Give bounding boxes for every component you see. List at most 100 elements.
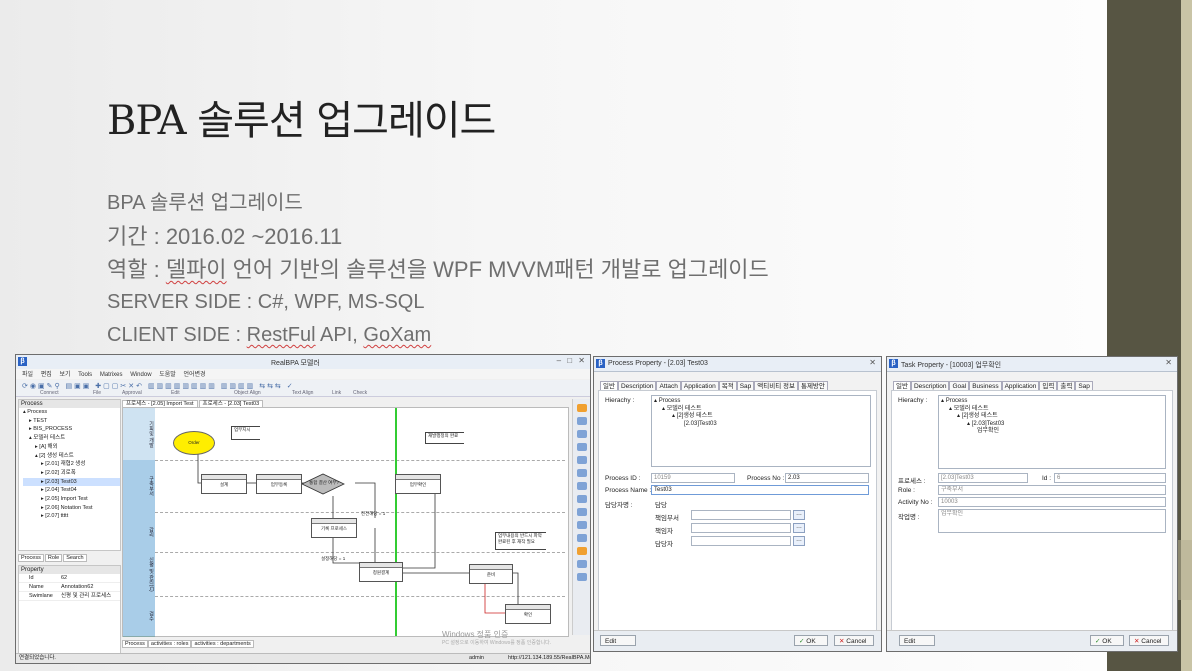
tab-activities-roles[interactable]: activities : roles	[147, 640, 192, 648]
task-box[interactable]: 설계	[201, 474, 247, 494]
menu-item-help[interactable]: 도움말	[159, 372, 176, 378]
role-field[interactable]: 구축부서	[938, 485, 1166, 495]
tool-icon[interactable]	[576, 508, 587, 516]
tree-panel-header: Process	[19, 400, 120, 408]
tool-icon[interactable]	[576, 469, 587, 477]
responsible-dept-field[interactable]	[691, 510, 791, 520]
start-event[interactable]: Order	[173, 431, 215, 455]
work-field[interactable]: 업무확인	[938, 509, 1166, 533]
hierarchy-label: Hierachy :	[898, 397, 928, 404]
diagram-canvas[interactable]: 기획및 개발 구축부서 감리 신평 및 관리(C) 검수 Order 설계 업무…	[122, 407, 569, 637]
hier-node[interactable]: ▴ Process	[941, 398, 1163, 406]
menu-item-file[interactable]: 파일	[22, 372, 33, 378]
tree-item[interactable]: ▸ [2.04] Test04	[23, 486, 120, 495]
task-box[interactable]: 청원결계	[359, 562, 403, 582]
id-field[interactable]: 6	[1054, 473, 1166, 483]
hier-node[interactable]: 업무확인	[941, 428, 1163, 436]
annotation-note[interactable]: 재발행정의 완료	[425, 432, 464, 444]
menu-item-language[interactable]: 언어변경	[183, 372, 205, 378]
tab-activities-departments[interactable]: activities : departments	[191, 640, 254, 648]
tool-icon[interactable]	[576, 534, 587, 542]
menu-item-tools[interactable]: Tools	[78, 372, 92, 378]
assignee-field[interactable]	[691, 536, 791, 546]
process-field[interactable]: [2.03]Test03	[938, 473, 1028, 483]
hier-node[interactable]: ▴ 모델러 테스트	[654, 406, 868, 414]
close-icon[interactable]: ✕	[1165, 358, 1174, 367]
responsible-person-field[interactable]	[691, 523, 791, 533]
close-icon[interactable]: ✕	[869, 358, 878, 367]
main-titlebar: β RealBPA 모델러 – □ ✕	[16, 355, 590, 370]
tree-item[interactable]: ▴ 모델러 테스트	[23, 434, 120, 443]
process-id-field[interactable]: 10159	[651, 473, 735, 483]
hier-node[interactable]: ▴ [2]생성 테스트	[941, 413, 1163, 421]
tool-icon[interactable]	[576, 521, 587, 529]
tree-item[interactable]: ▸ [2.01] 재협2 생성	[23, 460, 120, 469]
tab-test03[interactable]: 프로세스 - [2.03] Test03	[198, 400, 264, 407]
edit-button[interactable]: Edit	[899, 635, 935, 646]
tool-icon[interactable]	[576, 430, 587, 438]
hierarchy-tree[interactable]: ▴ Process ▴ 모델러 테스트 ▴ [2]생성 테스트 [2.03]Te…	[651, 395, 871, 467]
hier-node[interactable]: ▴ [2.03]Test03	[941, 421, 1163, 429]
browse-button[interactable]: …	[793, 536, 805, 546]
process-no-field[interactable]: 2.03	[785, 473, 869, 483]
tree-item-selected[interactable]: ▸ [2.03] Test03	[23, 477, 120, 487]
hierarchy-tree[interactable]: ▴ Process ▴ 모델러 테스트 ▴ [2]생성 테스트 ▴ [2.03]…	[938, 395, 1166, 469]
cancel-button[interactable]: ✕ Cancel	[1129, 635, 1169, 646]
hier-node[interactable]: ▴ [2]생성 테스트	[654, 413, 868, 421]
activity-field[interactable]: 10003	[938, 497, 1166, 507]
window-controls[interactable]: – □ ✕	[557, 356, 587, 365]
task-box[interactable]: 준비	[469, 564, 513, 584]
tab-search[interactable]: Search	[63, 554, 87, 562]
tree-item[interactable]: ▸ [2.02] 괴로폭	[23, 469, 120, 478]
tool-icon[interactable]	[576, 495, 587, 503]
hier-node[interactable]: ▴ 모델러 테스트	[941, 406, 1163, 414]
slide-title: BPA 솔루션 업그레이드	[107, 98, 496, 144]
tree-item[interactable]: ▸ [2.05] Import Test	[23, 495, 120, 504]
tab-import-test[interactable]: 프로세스 - [2.05] Import Test	[122, 400, 198, 407]
menu-item-window[interactable]: Window	[130, 372, 151, 378]
app-icon: β	[596, 359, 605, 368]
field-label: 책임부서	[655, 515, 679, 522]
tree-item[interactable]: ▸ TEST	[23, 417, 120, 426]
ok-button[interactable]: ✓ OK	[794, 635, 828, 646]
browse-button[interactable]: …	[793, 523, 805, 533]
tool-icon[interactable]	[576, 417, 587, 425]
tree-item[interactable]: ▸ [2.06] Notation Test	[23, 504, 120, 513]
tree-item[interactable]: ▴ Process	[23, 408, 120, 417]
hier-node[interactable]: [2.03]Test03	[654, 421, 868, 429]
browse-button[interactable]: …	[793, 510, 805, 520]
tree-item[interactable]: ▸ [2.07] ttttt	[23, 512, 120, 521]
status-url: http://121.134.189.55/RealBPA.Modeler	[508, 655, 591, 661]
gateway-label[interactable]: 통합 결산 여부?	[307, 480, 341, 486]
tool-icon[interactable]	[576, 560, 587, 568]
tab-process[interactable]: Process	[18, 554, 44, 562]
property-row: Swimlane 신평 및 관리 프로세스	[19, 592, 120, 601]
task-box[interactable]: 업무확인	[395, 474, 441, 494]
tool-icon[interactable]	[576, 456, 587, 464]
tool-icon[interactable]	[576, 404, 587, 412]
menu-item-view[interactable]: 보기	[59, 372, 70, 378]
cancel-button[interactable]: ✕ Cancel	[834, 635, 874, 646]
hier-node[interactable]: ▴ Process	[654, 398, 868, 406]
task-box[interactable]: 확인	[505, 604, 551, 624]
annotation-note[interactable]: 업무지시	[231, 426, 260, 440]
task-box[interactable]: 기록 프로세스	[311, 518, 357, 538]
tree-item[interactable]: ▸ BIS_PROCESS	[23, 425, 120, 434]
tool-icon[interactable]	[576, 443, 587, 451]
tree-item[interactable]: ▸ [A] 해외	[23, 443, 120, 452]
panel-tabs: Process Role Search	[18, 554, 88, 562]
tool-icon[interactable]	[576, 482, 587, 490]
task-box[interactable]: 업무등록	[256, 474, 302, 494]
menu-item-edit[interactable]: 편집	[41, 372, 52, 378]
tab-role[interactable]: Role	[44, 554, 63, 562]
tool-icon[interactable]	[576, 573, 587, 581]
process-name-field[interactable]: Test03	[651, 485, 869, 495]
ok-button[interactable]: ✓ OK	[1090, 635, 1124, 646]
tree-item[interactable]: ▴ [2] 생성 테스트	[23, 452, 120, 461]
toolbar-icons[interactable]: ⟳◉▣✎⚲ ▤▣▣ ✚▢▢✂✕↶ ▥▥▥▥▥▥▥▥ ▥▥▥▥ ⇆⇆⇆ ✓	[22, 382, 295, 390]
tab-bottom-process[interactable]: Process	[122, 640, 148, 648]
tool-icon[interactable]	[576, 547, 587, 555]
menu-item-matrixes[interactable]: Matrixes	[100, 372, 123, 378]
edit-button[interactable]: Edit	[600, 635, 636, 646]
annotation-note[interactable]: 업무내용의 반드시 파악 완료된 후 재작 필요	[495, 532, 546, 550]
